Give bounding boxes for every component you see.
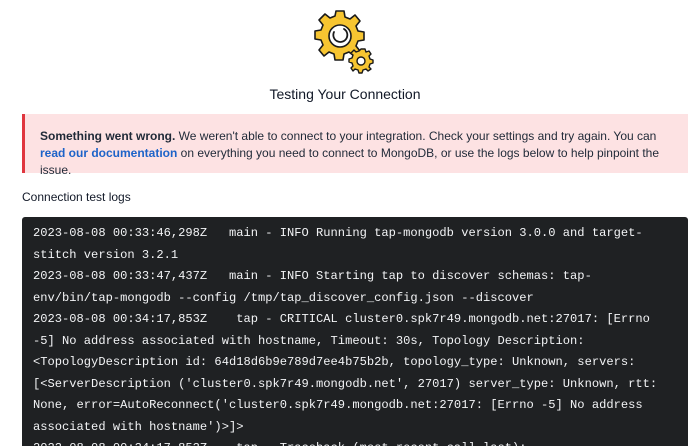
logs-label: Connection test logs bbox=[22, 190, 131, 204]
logs-panel[interactable]: 2023-08-08 00:33:46,298Z main - INFO Run… bbox=[22, 217, 688, 446]
gears-icon bbox=[314, 10, 374, 74]
page-title: Testing Your Connection bbox=[269, 86, 421, 102]
alert-text-before-link: We weren't able to connect to your integ… bbox=[175, 129, 657, 143]
error-alert: Something went wrong. We weren't able to… bbox=[22, 114, 688, 177]
log-line: 2023-08-08 00:33:47,437Z main - INFO Sta… bbox=[33, 269, 592, 305]
alert-heading: Something went wrong. bbox=[40, 129, 176, 143]
documentation-link[interactable]: read our documentation bbox=[40, 146, 177, 160]
log-line: 2023-08-08 00:33:46,298Z main - INFO Run… bbox=[33, 226, 643, 262]
log-line: 2023-08-08 00:34:17,853Z tap - CRITICAL … bbox=[33, 312, 665, 434]
header-graphic bbox=[0, 8, 690, 78]
log-line: 2023-08-08 00:34:17,853Z tap - Traceback… bbox=[33, 438, 674, 446]
